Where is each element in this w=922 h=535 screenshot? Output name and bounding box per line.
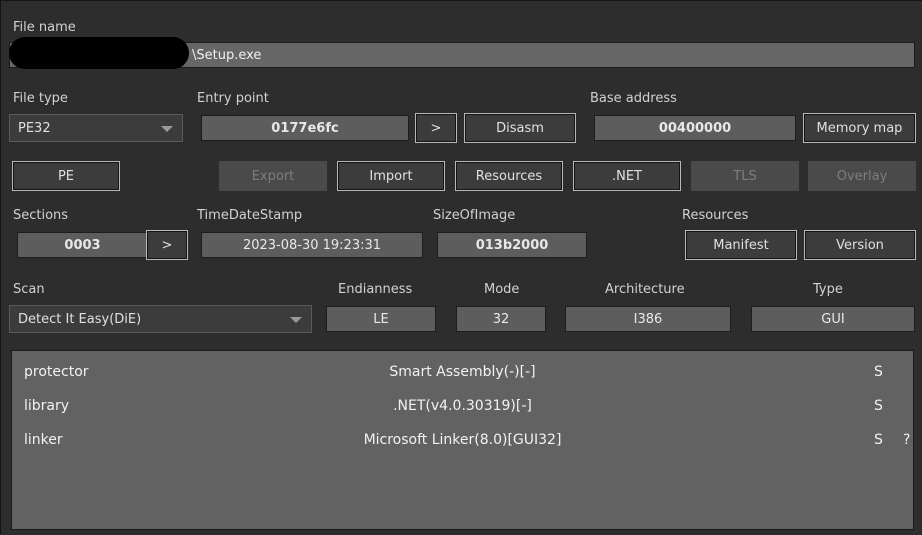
file-name-redaction-overlay (9, 37, 189, 69)
entry-point-label: Entry point (197, 91, 269, 107)
architecture-value-field[interactable]: I386 (565, 306, 731, 332)
result-name: Smart Assembly(-)[-] (12, 364, 913, 380)
base-address-label: Base address (590, 91, 677, 107)
entry-point-value: 0177e6fc (271, 121, 338, 136)
result-info-link[interactable]: ? (903, 432, 910, 448)
directory-button-dotnet-label: .NET (612, 169, 642, 184)
entry-point-goto-label: > (431, 121, 442, 136)
mode-value-field[interactable]: 32 (456, 306, 546, 332)
memory-map-button[interactable]: Memory map (804, 114, 915, 142)
entry-point-goto-button[interactable]: > (416, 114, 456, 142)
resources-group-label: Resources (682, 208, 748, 224)
file-type-value: PE32 (18, 121, 51, 136)
timedatestamp-label: TimeDateStamp (197, 208, 302, 224)
directory-button-pe[interactable]: PE (13, 162, 119, 190)
architecture-label: Architecture (605, 282, 685, 298)
sizeofimage-label: SizeOfImage (433, 208, 515, 224)
result-signature-link[interactable]: S (874, 432, 883, 448)
directory-button-export-label: Export (252, 169, 295, 184)
disasm-button[interactable]: Disasm (465, 114, 575, 142)
endianness-value: LE (373, 312, 388, 327)
type-label: Type (813, 282, 843, 298)
version-label: Version (836, 238, 884, 253)
architecture-value: I386 (634, 312, 663, 327)
timedatestamp-value-field[interactable]: 2023-08-30 19:23:31 (201, 232, 423, 258)
mode-value: 32 (493, 312, 510, 327)
scan-results-list[interactable]: protector Smart Assembly(-)[-] S library… (11, 350, 914, 530)
type-value: GUI (821, 312, 844, 327)
sizeofimage-value-field[interactable]: 013b2000 (437, 232, 587, 258)
endianness-label: Endianness (338, 282, 412, 298)
base-address-value-field[interactable]: 00400000 (594, 115, 796, 141)
file-type-combobox[interactable]: PE32 (9, 114, 183, 142)
table-row[interactable]: protector Smart Assembly(-)[-] S (12, 355, 913, 389)
sections-goto-button[interactable]: > (147, 231, 187, 259)
directory-button-pe-label: PE (58, 169, 74, 184)
manifest-button[interactable]: Manifest (686, 231, 796, 259)
directory-button-resources[interactable]: Resources (456, 162, 562, 190)
sections-goto-label: > (162, 238, 173, 253)
timedatestamp-value: 2023-08-30 19:23:31 (243, 238, 381, 253)
sizeofimage-value: 013b2000 (476, 238, 549, 253)
sections-value-field[interactable]: 0003 (17, 232, 148, 258)
scan-label: Scan (13, 282, 45, 298)
directory-button-export: Export (220, 162, 326, 190)
table-row[interactable]: linker Microsoft Linker(8.0)[GUI32] S ? (12, 423, 913, 457)
mode-label: Mode (484, 282, 519, 298)
result-name: .NET(v4.0.30319)[-] (12, 398, 913, 414)
directory-button-dotnet[interactable]: .NET (574, 162, 680, 190)
directory-button-import-label: Import (369, 169, 412, 184)
type-value-field[interactable]: GUI (751, 306, 915, 332)
directory-button-resources-label: Resources (476, 169, 542, 184)
result-signature-link[interactable]: S (874, 364, 883, 380)
directory-button-tls: TLS (692, 162, 798, 190)
disasm-label: Disasm (496, 121, 544, 136)
sections-value: 0003 (64, 238, 100, 253)
chevron-down-icon (290, 317, 302, 323)
base-address-value: 00400000 (659, 121, 731, 136)
directory-button-tls-label: TLS (733, 169, 756, 184)
file-type-label: File type (13, 91, 68, 107)
chevron-down-icon (161, 126, 173, 132)
directory-button-overlay-label: Overlay (837, 169, 888, 184)
directory-button-import[interactable]: Import (338, 162, 444, 190)
result-signature-link[interactable]: S (874, 398, 883, 414)
result-name: Microsoft Linker(8.0)[GUI32] (12, 432, 913, 448)
file-name-label: File name (13, 20, 76, 36)
memory-map-label: Memory map (817, 121, 903, 136)
endianness-value-field[interactable]: LE (326, 306, 436, 332)
scan-engine-combobox[interactable]: Detect It Easy(DiE) (9, 305, 312, 333)
table-row[interactable]: library .NET(v4.0.30319)[-] S (12, 389, 913, 423)
die-main-window: File name \Setup.exe File type PE32 Entr… (1, 1, 922, 535)
version-button[interactable]: Version (805, 231, 915, 259)
scan-engine-value: Detect It Easy(DiE) (18, 312, 141, 327)
manifest-label: Manifest (713, 238, 768, 253)
directory-button-overlay: Overlay (809, 162, 915, 190)
entry-point-value-field[interactable]: 0177e6fc (201, 115, 409, 141)
sections-label: Sections (13, 208, 68, 224)
